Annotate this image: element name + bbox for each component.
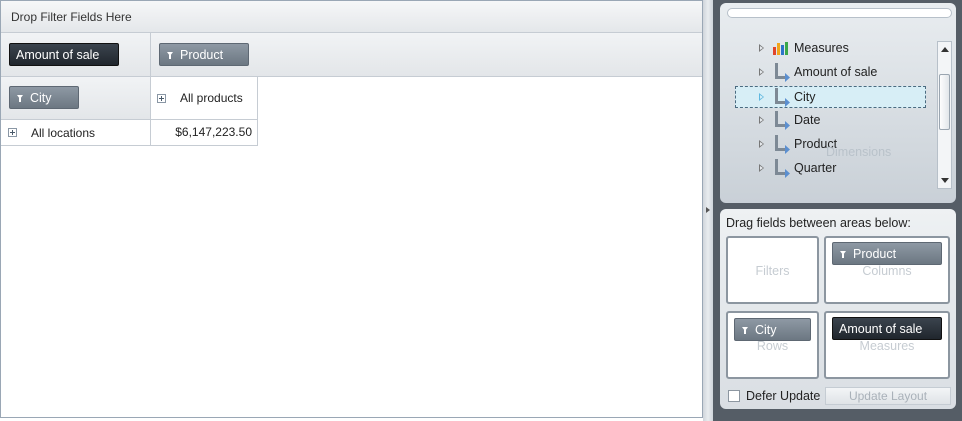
header-divider (150, 33, 151, 76)
columns-area[interactable]: Columns Product (824, 236, 950, 304)
hierarchy-icon (775, 159, 790, 178)
defer-update-label: Defer Update (746, 389, 821, 403)
tree-scrollbar[interactable] (937, 41, 952, 189)
hierarchy-icon (775, 111, 790, 130)
tree-expander-icon[interactable] (759, 68, 764, 76)
column-header-label: All products (180, 91, 243, 105)
rows-area[interactable]: Rows City (726, 311, 819, 379)
rows-area-chip-label: City (755, 323, 777, 337)
filters-area[interactable]: Filters (726, 236, 819, 304)
field-search-input[interactable] (727, 8, 952, 18)
filter-drop-zone-label: Drop Filter Fields Here (11, 10, 132, 24)
tree-expander-icon[interactable] (759, 116, 764, 124)
value-cell-text: $6,147,223.50 (175, 125, 252, 139)
tree-item-label: Date (794, 113, 821, 127)
filters-area-label: Filters (755, 264, 790, 278)
columns-area-chip-label: Product (853, 247, 897, 261)
scroll-down-arrow-icon[interactable] (941, 178, 949, 183)
field-tree: Measures Amount of sale City Date Produc… (727, 39, 953, 189)
panel-splitter[interactable] (703, 0, 713, 421)
tree-item-date[interactable]: Date (727, 109, 953, 131)
tree-expander-icon[interactable] (759, 93, 764, 101)
drag-ghost-label: Dimensions (826, 145, 892, 159)
grid-header-zone: Amount of sale Product (1, 33, 702, 77)
hierarchy-icon (775, 63, 790, 82)
update-layout-label: Update Layout (848, 389, 928, 403)
expand-plus-icon[interactable] (8, 128, 17, 137)
tree-item-label: City (794, 90, 816, 104)
measure-chip-label: Amount of sale (16, 48, 100, 62)
row-field-chip-label: City (30, 91, 52, 105)
scroll-up-arrow-icon[interactable] (941, 47, 949, 52)
row-field-chip-city[interactable]: City (9, 86, 79, 109)
areas-panel: Drag fields between areas below: Filters… (720, 209, 956, 409)
measures-area-chip-amount[interactable]: Amount of sale (832, 317, 942, 340)
tree-expander-icon[interactable] (759, 44, 764, 52)
areas-instructions: Drag fields between areas below: (726, 216, 911, 230)
measures-icon (773, 42, 788, 55)
rows-area-chip-city[interactable]: City (734, 318, 811, 341)
filter-funnel-icon[interactable] (167, 52, 173, 59)
tree-item-quarter[interactable]: Quarter (727, 157, 953, 179)
value-cell[interactable]: $6,147,223.50 (151, 120, 258, 146)
filter-funnel-icon[interactable] (17, 95, 23, 102)
filter-funnel-icon[interactable] (840, 251, 846, 258)
tree-item-label: Amount of sale (794, 65, 878, 79)
columns-area-chip-product[interactable]: Product (832, 242, 942, 265)
tree-item-measures[interactable]: Measures (727, 39, 953, 59)
rows-area-label: Rows (756, 339, 789, 353)
column-field-chip-label: Product (180, 48, 224, 62)
row-header-zone: City (1, 77, 151, 120)
filter-funnel-icon[interactable] (742, 327, 748, 334)
tree-expander-icon[interactable] (759, 140, 764, 148)
tree-item-city[interactable]: City (735, 86, 926, 108)
tree-item-amount-of-sale[interactable]: Amount of sale (727, 61, 953, 83)
measures-area-label: Measures (859, 339, 915, 353)
filter-drop-zone[interactable]: Drop Filter Fields Here (1, 1, 702, 33)
defer-update-checkbox[interactable] (728, 390, 740, 402)
field-tree-panel: Measures Amount of sale City Date Produc… (720, 3, 956, 203)
update-layout-button[interactable]: Update Layout (825, 387, 951, 405)
column-header-cell: All products (151, 77, 258, 120)
row-header-label: All locations (31, 126, 96, 140)
expand-plus-icon[interactable] (157, 94, 166, 103)
tree-item-label: Quarter (794, 161, 837, 175)
tree-item-label: Measures (794, 41, 849, 55)
measures-area[interactable]: Measures Amount of sale (824, 311, 950, 379)
field-list-panel: Measures Amount of sale City Date Produc… (713, 0, 962, 421)
hierarchy-icon (775, 88, 790, 107)
columns-area-label: Columns (862, 264, 912, 278)
collapse-arrow-icon[interactable] (706, 207, 710, 213)
tree-expander-icon[interactable] (759, 164, 764, 172)
column-field-chip-product[interactable]: Product (159, 43, 249, 66)
measure-chip[interactable]: Amount of sale (9, 43, 119, 66)
measures-area-chip-label: Amount of sale (839, 322, 923, 336)
hierarchy-icon (775, 135, 790, 154)
scroll-thumb[interactable] (939, 74, 950, 130)
pivot-grid: Drop Filter Fields Here Amount of sale P… (0, 0, 703, 418)
row-header-cell: All locations (1, 120, 151, 146)
